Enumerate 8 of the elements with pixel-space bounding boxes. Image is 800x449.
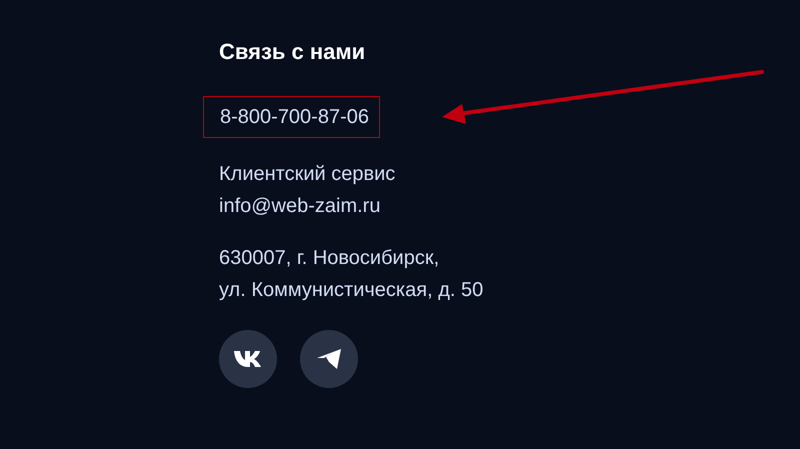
address-line: 630007, г. Новосибирск, — [219, 246, 440, 271]
phone-number[interactable]: 8-800-700-87-06 — [203, 96, 380, 138]
paper-plane-icon — [316, 348, 342, 370]
section-heading: Связь с нами — [219, 38, 366, 66]
address-line: ул. Коммунистическая, д. 50 — [219, 278, 484, 303]
email-link[interactable]: info@web-zaim.ru — [219, 190, 380, 222]
logo-icon — [233, 350, 263, 368]
service-label: Клиентский сервис — [219, 162, 396, 187]
